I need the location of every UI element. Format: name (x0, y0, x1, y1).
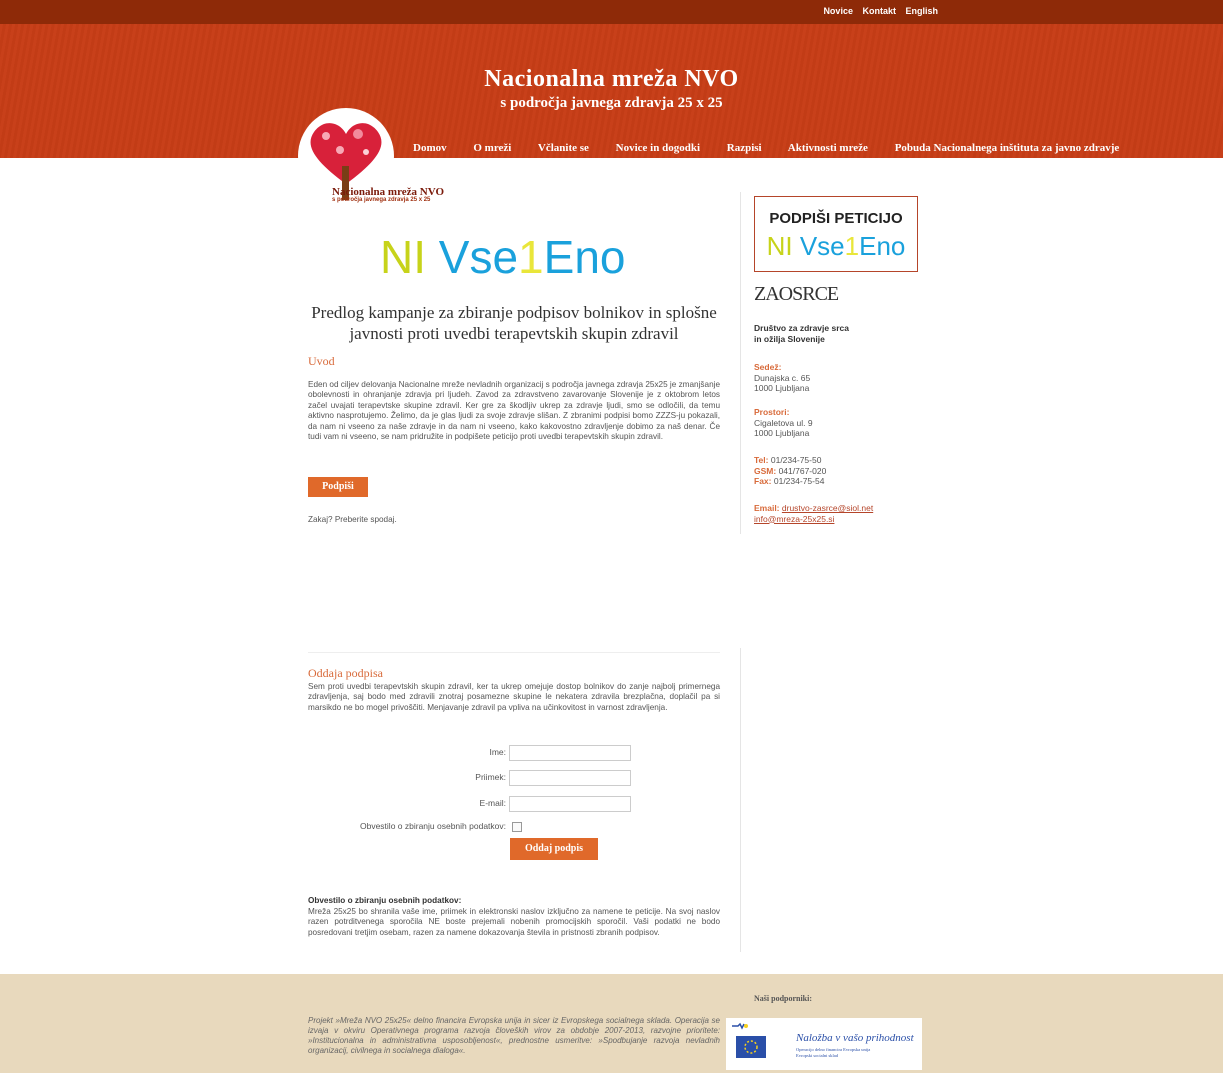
gsm-label: GSM: (754, 465, 777, 476)
top-link-english[interactable]: English (905, 6, 938, 16)
intro-text: Eden od ciljev delovanja Nacionalne mrež… (308, 380, 720, 442)
fax-label: Fax: (754, 476, 772, 486)
supporters-heading: Naši podporniki: (754, 994, 813, 1003)
form-divider (308, 652, 720, 653)
nav-o-mrezi[interactable]: O mreži (473, 142, 511, 154)
eu-flag-icon (732, 1022, 766, 1058)
intro-heading: Uvod (308, 354, 335, 368)
priimek-label: Priimek: (475, 772, 506, 782)
top-bar: Novice Kontakt English (0, 0, 1223, 24)
email-link-info[interactable]: info@mreza-25x25.si (754, 514, 834, 524)
petition-logo-ni: NI (766, 231, 793, 261)
email-field[interactable] (509, 796, 631, 812)
sedez-label: Sedež: (754, 362, 782, 372)
campaign-logo-eno: Eno (543, 231, 626, 283)
nav-vclanite-se[interactable]: Včlanite se (538, 142, 589, 154)
fax-value: 01/234-75-54 (773, 476, 825, 486)
petition-logo-one: 1 (844, 231, 860, 261)
site-title: Nacionalna mreža NVO (484, 66, 739, 92)
campaign-logo-vse: Vse (438, 231, 519, 283)
petition-banner[interactable]: PODPIŠI PETICIJO NI Vse1Eno (754, 196, 918, 272)
email-label: Email: (754, 503, 780, 513)
eu-slogan: Naložba v vašo prihodnost (796, 1032, 914, 1044)
nav-aktivnosti-mreze[interactable]: Aktivnosti mreže (788, 142, 868, 154)
why-text: Zakaj? Preberite spodaj. (308, 515, 397, 524)
top-link-novice[interactable]: Novice (823, 6, 853, 16)
nav-pobuda[interactable]: Pobuda Nacionalnega inštituta za javno z… (895, 142, 1120, 154)
tel-value: 01/234-75-50 (770, 455, 822, 465)
form-heading: Oddaja podpisa (308, 666, 383, 680)
prostori-label: Prostori: (754, 407, 790, 417)
sidebar-divider-lower (740, 648, 741, 952)
campaign-logo-ni: NI (380, 231, 426, 283)
ime-label: Ime: (489, 747, 506, 757)
email-block: Email: drustvo-zasrce@siol.net info@mrez… (754, 503, 873, 524)
prostori-line1: Cigaletova ul. 9 (754, 417, 813, 428)
eu-sub: Operacijo delno financira Evropska unija (796, 1047, 871, 1052)
email-link-drustvo[interactable]: drustvo-zasrce@siol.net (782, 503, 873, 513)
phone-block: Tel: 01/234-75-50 GSM: 041/767-020 Fax: … (754, 455, 826, 487)
campaign-logo-one: 1 (518, 231, 544, 283)
nav-domov[interactable]: Domov (413, 142, 447, 154)
notice-heading: Obvestilo o zbiranju osebnih podatkov: (308, 896, 462, 905)
top-link-kontakt[interactable]: Kontakt (862, 6, 896, 16)
form-text: Sem proti uvedbi terapevtskih skupin zdr… (308, 682, 720, 712)
submit-signature-button[interactable]: Oddaj podpis (510, 838, 598, 860)
footer-text: Projekt »Mreža NVO 25x25« delno financir… (308, 1016, 720, 1055)
site-subtitle: s področja javnega zdravja 25 x 25 (500, 95, 723, 111)
campaign-headline: Predlog kampanje za zbiranje podpisov bo… (311, 303, 717, 343)
notice-text: Mreža 25x25 bo shranila vaše ime, priime… (308, 907, 720, 937)
sedez-line2: 1000 Ljubljana (754, 383, 810, 393)
gsm-value: 041/767-020 (778, 465, 827, 476)
email-field-label: E-mail: (479, 798, 506, 808)
zasrce-logo: ZAOSRCE (754, 283, 839, 305)
consent-label: Obvestilo o zbiranju osebnih podatkov: (359, 821, 506, 831)
prostori-line2: 1000 Ljubljana (754, 428, 810, 438)
logo-subtitle: s področja javnega zdravja 25 x 25 (332, 197, 431, 203)
tel-label: Tel: (754, 455, 769, 465)
petition-logo-vse: Vse (799, 231, 845, 261)
sidebar-divider (740, 192, 741, 534)
petition-title: PODPIŠI PETICIJO (769, 210, 903, 227)
eu-sub2: Evropski socialni sklad (796, 1053, 838, 1058)
org-name-line1: Društvo za zdravje srca (754, 323, 849, 333)
main-nav: Domov O mreži Včlanite se Novice in dogo… (413, 142, 1143, 154)
consent-checkbox[interactable] (512, 822, 522, 832)
org-name: Društvo za zdravje srca in ožilja Sloven… (754, 323, 849, 344)
petition-logo: NI Vse1Eno (755, 231, 917, 262)
sign-button[interactable]: Podpiši (308, 477, 368, 497)
eu-funding-logo[interactable]: Naložba v vašo prihodnost Operacijo deln… (726, 1018, 922, 1070)
nav-novice-in-dogodki[interactable]: Novice in dogodki (616, 142, 700, 154)
sedez-block: Sedež: Dunajska c. 65 1000 Ljubljana (754, 362, 810, 394)
campaign-logo: NI Vse1Eno (380, 230, 626, 284)
petition-logo-eno: Eno (859, 231, 906, 261)
prostori-block: Prostori: Cigaletova ul. 9 1000 Ljubljan… (754, 407, 813, 439)
top-links: Novice Kontakt English (816, 6, 938, 16)
priimek-input[interactable] (509, 770, 631, 786)
nav-razpisi[interactable]: Razpisi (727, 142, 762, 154)
ime-input[interactable] (509, 745, 631, 761)
org-name-line2: in ožilja Slovenije (754, 333, 825, 344)
sedez-line1: Dunajska c. 65 (754, 372, 811, 383)
